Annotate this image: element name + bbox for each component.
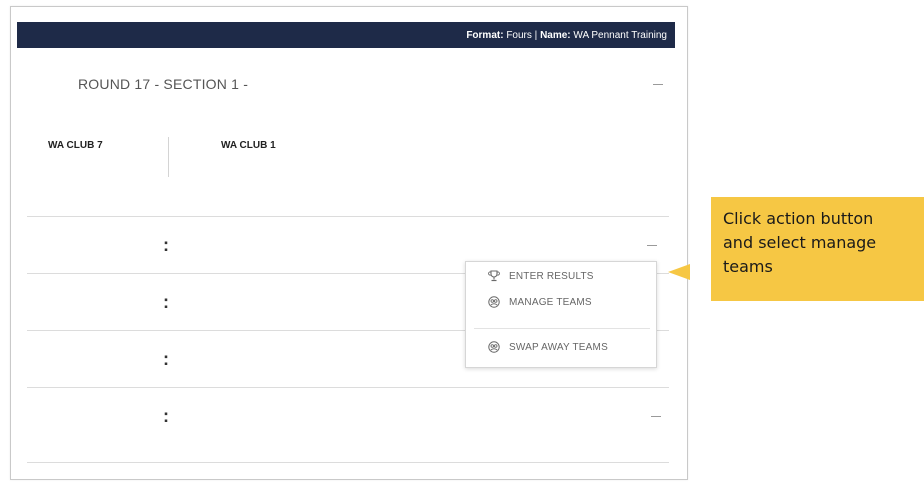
callout-pointer bbox=[668, 264, 690, 280]
format-label: Format: bbox=[466, 29, 504, 41]
menu-item-label: MANAGE TEAMS bbox=[509, 296, 592, 308]
rink-score-separator: : bbox=[163, 292, 169, 312]
team-circle-icon bbox=[488, 341, 500, 353]
action-menu: ENTER RESULTS MANAGE TEAMS SWAP AWAY TEA… bbox=[465, 261, 657, 368]
away-team-name: WA CLUB 7 bbox=[48, 140, 103, 151]
trophy-icon bbox=[488, 270, 500, 282]
name-value: WA Pennant Training bbox=[573, 29, 667, 41]
format-value: Fours bbox=[506, 29, 532, 41]
separator: | bbox=[534, 29, 538, 41]
home-team-name: WA CLUB 1 bbox=[221, 140, 276, 151]
menu-item-manage-teams[interactable]: MANAGE TEAMS bbox=[488, 296, 592, 308]
callout-line: and select manage bbox=[723, 233, 877, 252]
rink-score-separator: : bbox=[163, 349, 169, 369]
rink-score-separator: : bbox=[163, 235, 169, 255]
menu-item-label: ENTER RESULTS bbox=[509, 270, 594, 282]
instruction-callout: Click action button and select manage te… bbox=[711, 197, 924, 301]
match-info-bar: Format: Fours | Name: WA Pennant Trainin… bbox=[17, 22, 675, 48]
menu-separator bbox=[474, 328, 650, 329]
row-action-button[interactable] bbox=[647, 245, 657, 246]
collapse-section-button[interactable] bbox=[653, 84, 663, 85]
callout-line: Click action button bbox=[723, 209, 874, 228]
team-circle-icon bbox=[488, 296, 500, 308]
round-title: ROUND 17 - SECTION 1 - bbox=[78, 76, 249, 92]
team-divider bbox=[168, 137, 169, 177]
menu-item-label: SWAP AWAY TEAMS bbox=[509, 341, 608, 353]
rink-score-separator: : bbox=[163, 406, 169, 426]
row-divider bbox=[27, 387, 669, 388]
callout-line: teams bbox=[723, 257, 773, 276]
row-action-button[interactable] bbox=[651, 416, 661, 417]
menu-item-swap-away-teams[interactable]: SWAP AWAY TEAMS bbox=[488, 341, 608, 353]
row-divider bbox=[27, 216, 669, 217]
name-label: Name: bbox=[540, 29, 571, 41]
menu-item-enter-results[interactable]: ENTER RESULTS bbox=[488, 270, 594, 282]
row-divider bbox=[27, 462, 669, 463]
